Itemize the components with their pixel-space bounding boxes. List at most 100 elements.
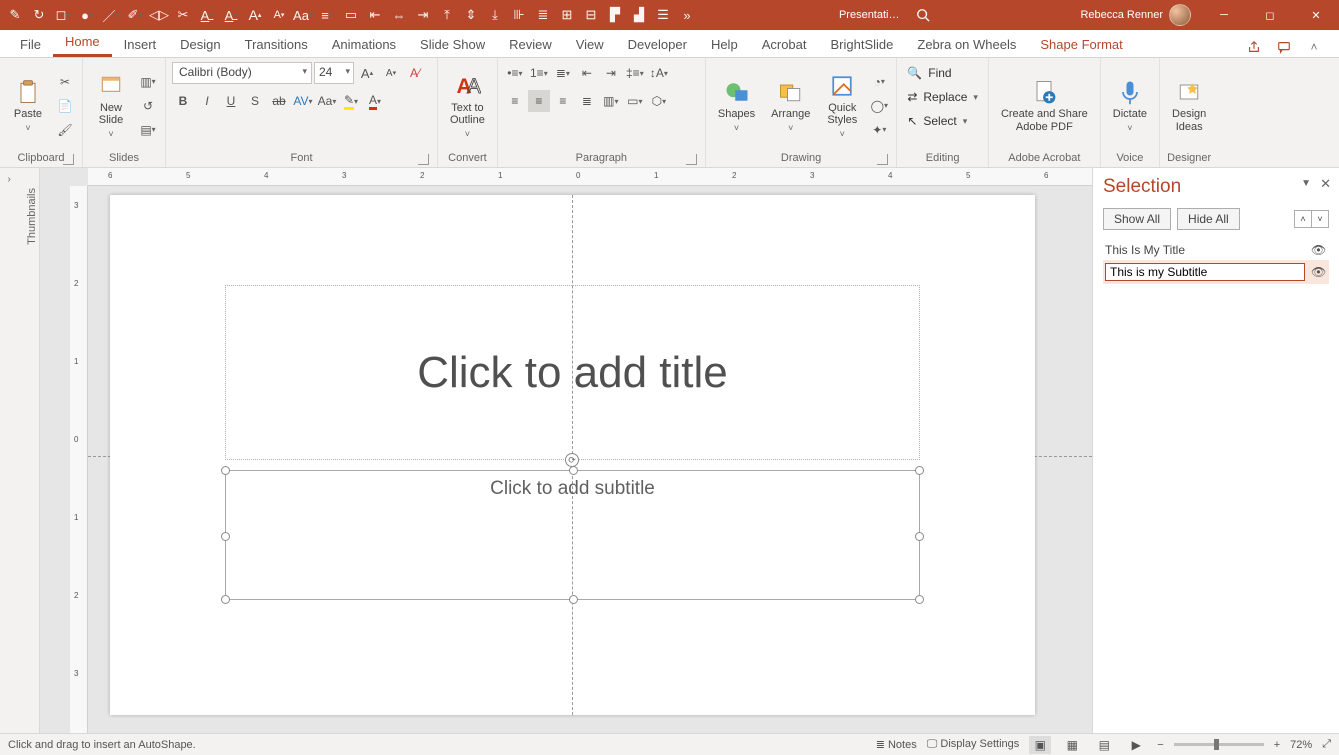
- shape-effects-icon[interactable]: ✦: [868, 119, 890, 141]
- change-case-qat-icon[interactable]: Aa: [294, 6, 312, 24]
- visibility-toggle-icon[interactable]: 👁: [1311, 265, 1327, 279]
- design-ideas-button[interactable]: Design Ideas: [1166, 70, 1212, 142]
- crop-qat-icon[interactable]: ✂: [174, 6, 192, 24]
- select-button[interactable]: ↖Select ▾: [903, 110, 971, 132]
- tab-slideshow[interactable]: Slide Show: [408, 32, 497, 57]
- dictate-button[interactable]: Dictate˅: [1107, 70, 1153, 142]
- tab-zebra[interactable]: Zebra on Wheels: [905, 32, 1028, 57]
- clear-format-icon[interactable]: A⁄: [404, 62, 426, 84]
- zoom-in-button[interactable]: +: [1274, 739, 1280, 751]
- line-qat-icon[interactable]: ／: [102, 6, 120, 24]
- flip-h-icon[interactable]: ◁▷: [150, 6, 168, 24]
- collapse-ribbon-icon[interactable]: ˄: [1303, 37, 1325, 57]
- drawing-launcher[interactable]: [877, 154, 888, 165]
- tab-developer[interactable]: Developer: [616, 32, 699, 57]
- decrease-font-qat-icon[interactable]: A▾: [270, 6, 288, 24]
- selection-item-subtitle[interactable]: 👁: [1103, 260, 1329, 284]
- tab-shape-format[interactable]: Shape Format: [1028, 32, 1134, 57]
- grow-font-icon[interactable]: A▴: [356, 62, 378, 84]
- font-color2-qat-icon[interactable]: A: [222, 6, 240, 24]
- fit-to-window-icon[interactable]: ⤢: [1322, 738, 1331, 751]
- tab-help[interactable]: Help: [699, 32, 750, 57]
- oval-qat-icon[interactable]: ●: [78, 6, 96, 24]
- font-size-input[interactable]: 24: [314, 62, 354, 84]
- underline-button[interactable]: U: [220, 90, 242, 112]
- redo-icon[interactable]: ↻: [30, 6, 48, 24]
- tab-design[interactable]: Design: [168, 32, 232, 57]
- handle-ne[interactable]: [915, 466, 924, 475]
- text-to-outline-button[interactable]: AA Text to Outline˅: [444, 70, 491, 142]
- replace-button[interactable]: ⇄Replace ▾: [903, 86, 982, 108]
- shape-outline-icon[interactable]: ◯: [868, 95, 890, 117]
- text-direction-icon[interactable]: ↕A: [648, 62, 670, 84]
- expand-thumbnails-icon[interactable]: ›: [8, 174, 20, 186]
- font-launcher[interactable]: [418, 154, 429, 165]
- qat-overflow-icon[interactable]: »: [678, 6, 696, 24]
- paragraph-launcher[interactable]: [686, 154, 697, 165]
- hide-all-button[interactable]: Hide All: [1177, 208, 1240, 230]
- new-slide-button[interactable]: New Slide˅: [89, 70, 133, 142]
- move-down-icon[interactable]: ˅: [1311, 210, 1329, 228]
- smartart-icon[interactable]: ⬡: [648, 90, 670, 112]
- visibility-toggle-icon[interactable]: 👁: [1311, 243, 1327, 257]
- handle-s[interactable]: [569, 595, 578, 604]
- selection-pane-qat-icon[interactable]: ☰: [654, 6, 672, 24]
- display-settings-button[interactable]: 🖵 Display Settings: [927, 738, 1020, 751]
- reading-view-icon[interactable]: ▤: [1093, 736, 1115, 754]
- shapes-button[interactable]: Shapes˅: [712, 70, 761, 142]
- char-spacing-icon[interactable]: AV: [292, 90, 314, 112]
- align-left-button[interactable]: ≡: [504, 90, 526, 112]
- arrange-button[interactable]: Arrange˅: [765, 70, 816, 142]
- tab-brightslide[interactable]: BrightSlide: [819, 32, 906, 57]
- handle-se[interactable]: [915, 595, 924, 604]
- justify-button[interactable]: ≣: [576, 90, 598, 112]
- dist-h-qat-icon[interactable]: ⊪: [510, 6, 528, 24]
- rotate-handle[interactable]: ⟳: [565, 453, 579, 467]
- zoom-slider[interactable]: [1174, 743, 1264, 746]
- create-pdf-button[interactable]: Create and Share Adobe PDF: [995, 70, 1094, 142]
- slide-canvas[interactable]: Click to add title ⟳ Click to add subtit…: [110, 195, 1035, 715]
- handle-n[interactable]: [569, 466, 578, 475]
- italic-button[interactable]: I: [196, 90, 218, 112]
- show-all-button[interactable]: Show All: [1103, 208, 1171, 230]
- line-spacing-button[interactable]: ‡≡: [624, 62, 646, 84]
- dist-v-qat-icon[interactable]: ≣: [534, 6, 552, 24]
- change-case-button[interactable]: Aa: [316, 90, 338, 112]
- sorter-view-icon[interactable]: ▦: [1061, 736, 1083, 754]
- paste-button[interactable]: Paste˅: [6, 70, 50, 142]
- align-middle-qat-icon[interactable]: ⇕: [462, 6, 480, 24]
- format-painter-icon[interactable]: 🖌: [54, 119, 76, 141]
- align-bottom-qat-icon[interactable]: ⤓: [486, 6, 504, 24]
- decrease-indent-icon[interactable]: ⇤: [576, 62, 598, 84]
- tab-view[interactable]: View: [564, 32, 616, 57]
- shape-fill-icon[interactable]: ◔: [868, 71, 890, 93]
- increase-indent-icon[interactable]: ⇥: [600, 62, 622, 84]
- highlight-icon[interactable]: ✎: [340, 90, 362, 112]
- zoom-level[interactable]: 72%: [1290, 739, 1312, 751]
- align-center-qat-icon[interactable]: ⇔: [390, 6, 408, 24]
- thumbnail-rail[interactable]: › Thumbnails: [0, 168, 40, 733]
- send-back-qat-icon[interactable]: ▟: [630, 6, 648, 24]
- merge-qat-icon[interactable]: ▭: [342, 6, 360, 24]
- handle-e[interactable]: [915, 532, 924, 541]
- tab-acrobat[interactable]: Acrobat: [750, 32, 819, 57]
- numbering-button[interactable]: 1≡: [528, 62, 550, 84]
- reset-slide-icon[interactable]: ↺: [137, 95, 159, 117]
- close-button[interactable]: ✕: [1293, 0, 1339, 30]
- font-color-button[interactable]: A: [364, 90, 386, 112]
- find-button[interactable]: 🔍Find: [903, 62, 955, 84]
- format-painter-icon[interactable]: ✎: [6, 6, 24, 24]
- quick-styles-button[interactable]: Quick Styles˅: [820, 70, 864, 142]
- selection-rename-input[interactable]: [1105, 263, 1305, 281]
- minimize-button[interactable]: ─: [1201, 0, 1247, 30]
- bold-button[interactable]: B: [172, 90, 194, 112]
- tab-insert[interactable]: Insert: [112, 32, 169, 57]
- tab-review[interactable]: Review: [497, 32, 564, 57]
- align-right-button[interactable]: ≡: [552, 90, 574, 112]
- tab-file[interactable]: File: [8, 32, 53, 57]
- zoom-out-button[interactable]: −: [1157, 739, 1163, 751]
- slideshow-view-icon[interactable]: ▶: [1125, 736, 1147, 754]
- handle-sw[interactable]: [221, 595, 230, 604]
- list-level-button[interactable]: ≣: [552, 62, 574, 84]
- notes-button[interactable]: ≣ Notes: [876, 738, 917, 751]
